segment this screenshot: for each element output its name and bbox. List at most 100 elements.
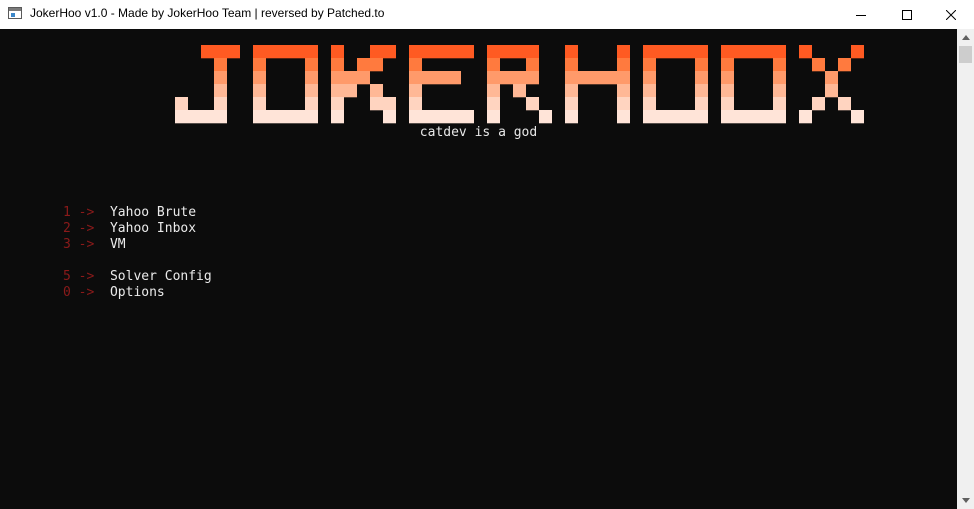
logo-block (565, 64, 578, 72)
console-app-icon (8, 7, 22, 19)
logo-block (422, 71, 435, 78)
vertical-scrollbar[interactable] (957, 29, 974, 509)
logo-block (214, 45, 227, 52)
maximize-button[interactable] (884, 0, 930, 29)
ascii-logo (175, 45, 864, 124)
logo-block (435, 45, 448, 52)
logo-block (331, 97, 344, 104)
logo-block (526, 77, 539, 85)
logo-block (500, 77, 513, 85)
logo-block (513, 71, 526, 78)
logo-block (370, 90, 383, 98)
logo-block (409, 90, 422, 98)
logo-block (279, 110, 292, 117)
logo-block (292, 116, 305, 124)
logo-block (344, 90, 357, 98)
logo-block (799, 116, 812, 124)
logo-block (435, 71, 448, 78)
logo-block (448, 51, 461, 59)
logo-block (253, 97, 266, 104)
logo-block (305, 116, 318, 124)
logo-block (825, 71, 838, 78)
logo-block (721, 45, 734, 52)
logo-block (656, 116, 669, 124)
logo-block (487, 45, 500, 52)
logo-block (578, 71, 591, 78)
scroll-up-button[interactable] (957, 29, 974, 46)
logo-block (838, 103, 851, 111)
logo-block (695, 110, 708, 117)
close-button[interactable] (928, 0, 974, 29)
logo-block (487, 58, 500, 65)
logo-block (643, 58, 656, 65)
logo-block (669, 51, 682, 59)
logo-block (383, 116, 396, 124)
logo-block (370, 51, 383, 59)
logo-block (513, 84, 526, 91)
logo-block (370, 64, 383, 72)
logo-block (773, 51, 786, 59)
logo-block (370, 97, 383, 104)
logo-block (461, 45, 474, 52)
logo-block (526, 45, 539, 52)
menu-item[interactable]: 3 -> VM (63, 237, 212, 253)
logo-block (799, 110, 812, 117)
logo-block (565, 77, 578, 85)
scroll-thumb[interactable] (959, 46, 972, 63)
menu-item[interactable]: 0 -> Options (63, 285, 212, 301)
logo-block (669, 116, 682, 124)
logo-block (617, 90, 630, 98)
menu-item[interactable]: 1 -> Yahoo Brute (63, 205, 212, 221)
logo-block (435, 116, 448, 124)
logo-block (214, 51, 227, 59)
logo-block (643, 103, 656, 111)
menu-item-key: 2 -> (63, 221, 110, 236)
logo-block (682, 51, 695, 59)
logo-block (565, 97, 578, 104)
scroll-down-button[interactable] (957, 492, 974, 509)
logo-block (266, 45, 279, 52)
menu-item[interactable]: 2 -> Yahoo Inbox (63, 221, 212, 237)
logo-block (253, 51, 266, 59)
logo-block (773, 77, 786, 85)
logo-block (331, 51, 344, 59)
minimize-button[interactable] (838, 0, 884, 29)
logo-block (487, 64, 500, 72)
logo-block (721, 90, 734, 98)
logo-block (734, 51, 747, 59)
title-bar[interactable]: JokerHoo v1.0 - Made by JokerHoo Team | … (0, 0, 974, 29)
logo-block (578, 77, 591, 85)
menu-item[interactable]: 5 -> Solver Config (63, 269, 212, 285)
logo-block (487, 84, 500, 91)
logo-block (604, 71, 617, 78)
logo-block (643, 77, 656, 85)
logo-block (331, 110, 344, 117)
window-title: JokerHoo v1.0 - Made by JokerHoo Team | … (30, 6, 385, 20)
logo-block (253, 103, 266, 111)
logo-block (292, 45, 305, 52)
logo-block (305, 45, 318, 52)
logo-block (656, 45, 669, 52)
console-output[interactable]: catdev is a god 1 -> Yahoo Brute 2 -> Yah… (0, 29, 957, 509)
logo-block (305, 58, 318, 65)
logo-block (721, 103, 734, 111)
logo-block (487, 110, 500, 117)
logo-block (253, 58, 266, 65)
logo-block (305, 110, 318, 117)
logo-block (773, 45, 786, 52)
logo-block (838, 97, 851, 104)
menu-item-key: 5 -> (63, 269, 110, 284)
logo-block (734, 110, 747, 117)
logo-block (526, 51, 539, 59)
menu-item-label: VM (109, 237, 126, 252)
logo-block (643, 71, 656, 78)
main-menu: 1 -> Yahoo Brute 2 -> Yahoo Inbox 3 -> VM 5… (63, 205, 212, 301)
logo-block (838, 58, 851, 65)
logo-block (383, 103, 396, 111)
logo-block (357, 64, 370, 72)
logo-block (695, 64, 708, 72)
logo-block (513, 77, 526, 85)
logo-block (383, 110, 396, 117)
logo-block (175, 103, 188, 111)
logo-block (214, 97, 227, 104)
